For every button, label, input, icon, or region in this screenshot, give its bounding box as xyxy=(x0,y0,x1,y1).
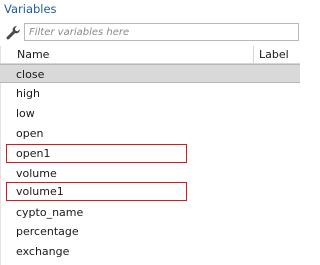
variable-row-open1[interactable]: open1 xyxy=(0,144,300,163)
column-header-name[interactable]: Name xyxy=(17,48,49,61)
column-divider[interactable] xyxy=(253,46,254,63)
wrench-icon[interactable] xyxy=(5,25,21,41)
variable-row-high[interactable]: high xyxy=(0,84,300,103)
variable-name: open1 xyxy=(16,147,51,160)
variable-name: low xyxy=(16,107,35,120)
variable-row-cypto-name[interactable]: cypto_name xyxy=(0,203,300,222)
variable-row-percentage[interactable]: percentage xyxy=(0,222,300,241)
variable-row-close[interactable]: close xyxy=(0,64,300,83)
variable-name: percentage xyxy=(16,225,79,238)
variable-row-low[interactable]: low xyxy=(0,104,300,123)
variable-name: exchange xyxy=(16,245,70,258)
variable-name: cypto_name xyxy=(16,206,84,219)
column-header-label[interactable]: Label xyxy=(259,48,289,61)
filter-variables-input[interactable] xyxy=(29,25,289,39)
panel-title: Variables xyxy=(4,2,57,16)
variable-row-exchange[interactable]: exchange xyxy=(0,242,300,261)
filter-bar xyxy=(0,22,300,44)
variable-name: close xyxy=(16,68,45,81)
filter-box xyxy=(24,23,299,41)
variables-grid-header: Name Label xyxy=(0,46,300,64)
variable-name: volume xyxy=(16,167,57,180)
variable-name: high xyxy=(16,87,40,100)
variable-name: open xyxy=(16,127,44,140)
variable-name: volume1 xyxy=(16,185,64,198)
variable-row-volume[interactable]: volume xyxy=(0,164,300,183)
variable-row-open[interactable]: open xyxy=(0,124,300,143)
variable-row-volume1[interactable]: volume1 xyxy=(0,182,300,201)
